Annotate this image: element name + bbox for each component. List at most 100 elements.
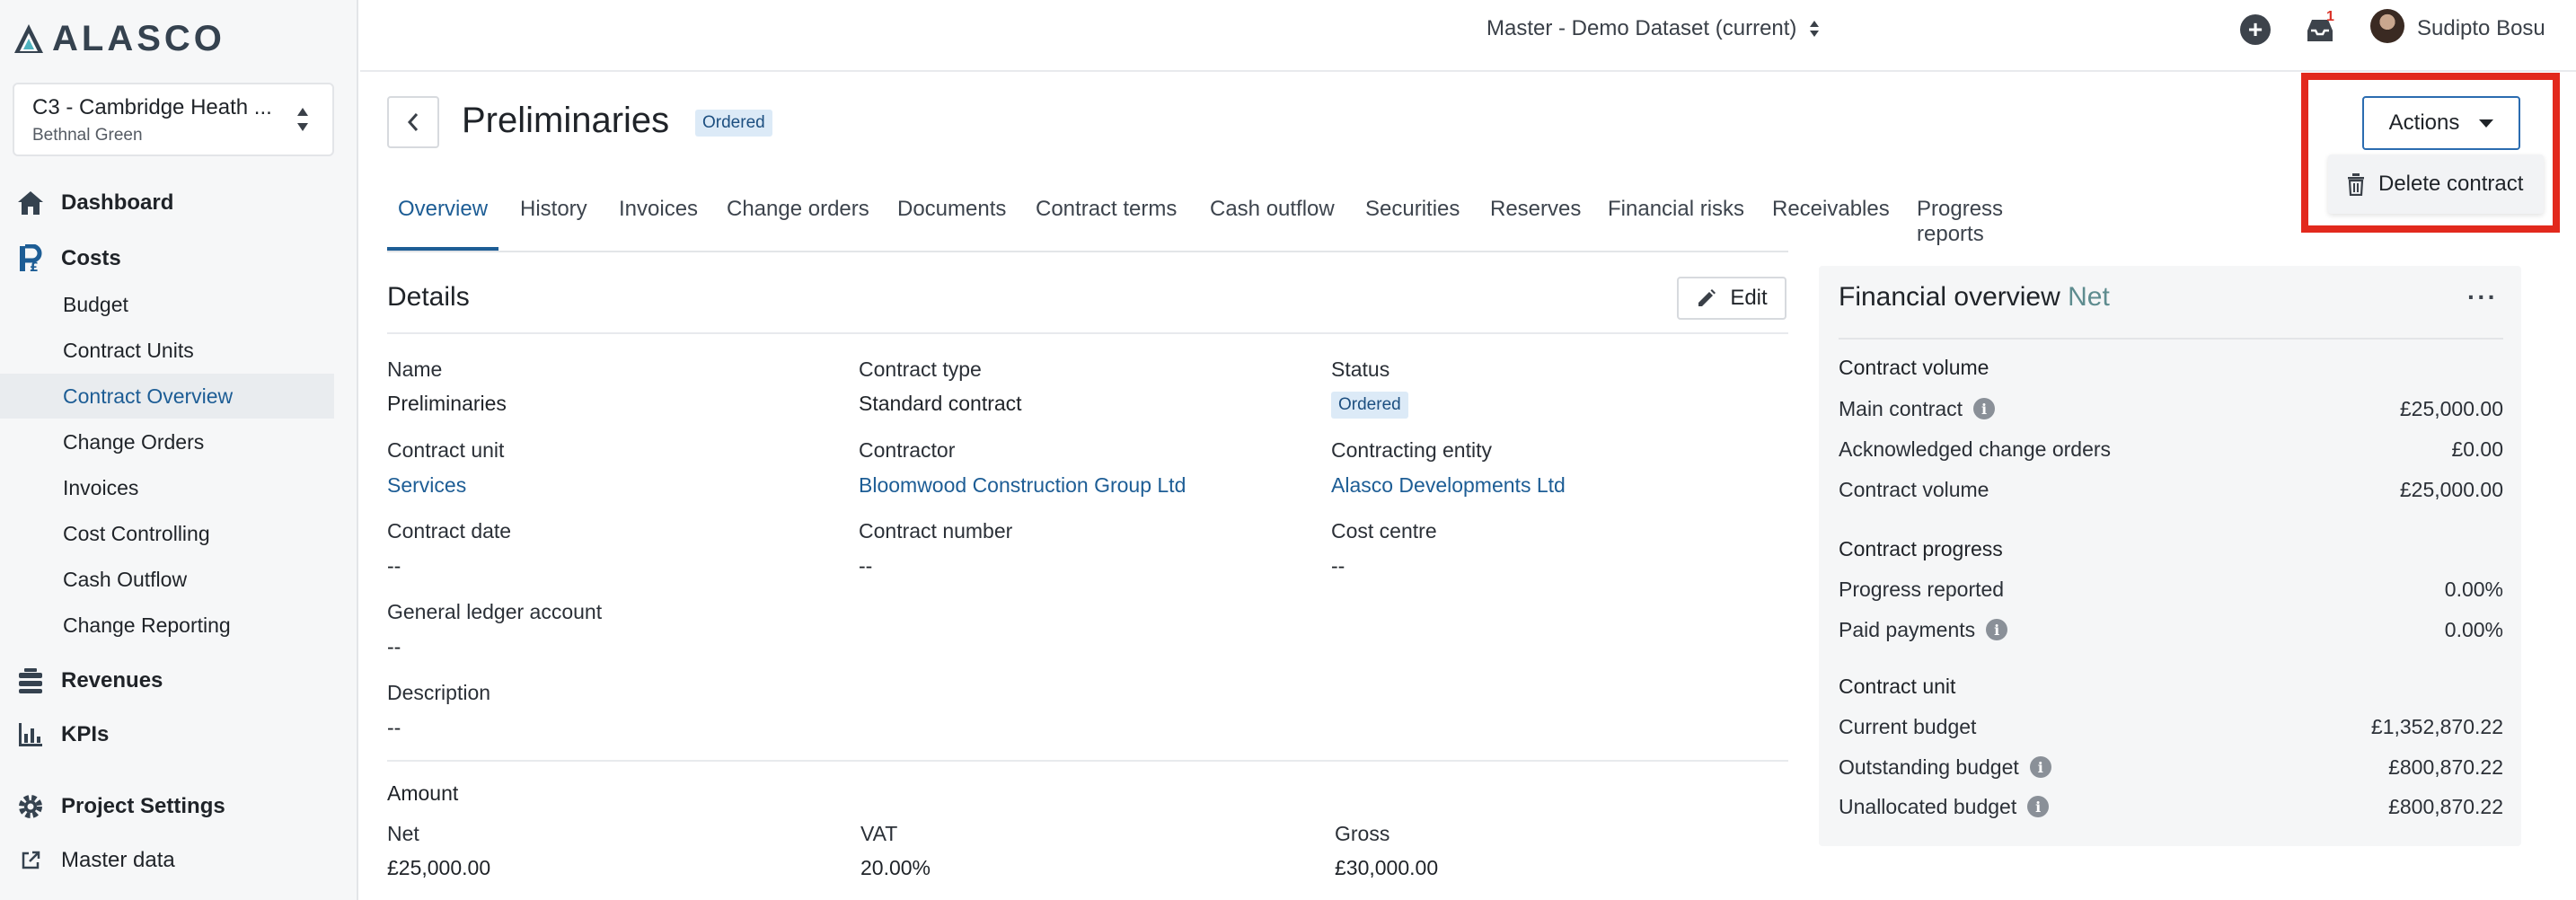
nav-kpis[interactable]: KPIs xyxy=(14,711,336,758)
page-title: Preliminaries xyxy=(462,101,670,140)
revenues-icon xyxy=(14,665,47,697)
divider xyxy=(1839,338,2503,340)
nav-project-settings[interactable]: Project Settings xyxy=(14,783,336,830)
acknowledged-change-orders-label: Acknowledged change orders xyxy=(1839,437,2112,461)
nav-contract-overview[interactable]: Contract Overview xyxy=(0,374,334,419)
contract-unit-link[interactable]: Services xyxy=(387,473,466,498)
info-icon[interactable]: i xyxy=(2027,796,2050,817)
unallocated-budget-label: Unallocated budget xyxy=(1839,794,2017,818)
tab-receivables[interactable]: Receivables xyxy=(1772,197,1890,251)
nav-cost-controlling[interactable]: Cost Controlling xyxy=(0,511,334,556)
inbox-count-badge: 1 xyxy=(2326,9,2334,24)
info-icon[interactable]: i xyxy=(1973,398,1996,419)
add-icon[interactable]: + xyxy=(2240,14,2271,45)
main-contract-value: £25,000.00 xyxy=(2399,396,2503,420)
financial-overview-panel: Financial overview Net ··· Contract volu… xyxy=(1819,266,2521,846)
divider xyxy=(387,760,1788,762)
delete-contract-menu-item[interactable]: Delete contract xyxy=(2328,154,2544,214)
contract-date-label: Contract date xyxy=(387,519,512,543)
gross-value: £30,000.00 xyxy=(1335,856,1439,879)
current-budget-label: Current budget xyxy=(1839,714,1977,738)
edit-button[interactable]: Edit xyxy=(1677,277,1786,320)
alasco-logo[interactable]: ALASCO xyxy=(13,18,225,59)
financial-overview-title: Financial overview Net xyxy=(1839,282,2110,313)
more-options-icon[interactable]: ··· xyxy=(2467,285,2498,310)
paid-payments-label: Paid payments xyxy=(1839,617,1976,641)
contractor-link[interactable]: Bloomwood Construction Group Ltd xyxy=(859,473,1186,498)
outstanding-budget-row: Outstanding budget i £800,870.22 xyxy=(1839,752,2503,782)
delete-contract-label: Delete contract xyxy=(2378,172,2524,196)
status-badge: Ordered xyxy=(695,110,772,137)
actions-button[interactable]: Actions xyxy=(2362,96,2520,150)
gear-icon xyxy=(14,790,47,823)
contract-unit-section-title: Contract unit xyxy=(1839,675,1956,698)
financial-overview-title-text: Financial overview xyxy=(1839,282,2060,312)
nav-costs[interactable]: £ Costs xyxy=(14,235,336,282)
nav-master-data[interactable]: Master data xyxy=(14,837,336,884)
nav-cash-outflow[interactable]: Cash Outflow xyxy=(0,557,334,602)
info-icon[interactable]: i xyxy=(1986,619,2008,640)
contracting-entity-link[interactable]: Alasco Developments Ltd xyxy=(1331,473,1566,498)
nav-change-orders[interactable]: Change Orders xyxy=(0,419,334,464)
nav-budget[interactable]: Budget xyxy=(0,282,334,327)
svg-text:£: £ xyxy=(30,260,39,273)
nav-invoices[interactable]: Invoices xyxy=(0,465,334,510)
logo-text: ALASCO xyxy=(52,18,225,58)
nav-dashboard[interactable]: Dashboard xyxy=(14,180,336,226)
details-title: Details xyxy=(387,282,470,312)
contract-date-value: -- xyxy=(387,554,401,578)
nav-contract-units[interactable]: Contract Units xyxy=(0,328,334,373)
project-name: C3 - Cambridge Heath ... xyxy=(32,95,272,119)
name-value: Preliminaries xyxy=(387,392,507,415)
gl-account-value: -- xyxy=(387,635,401,658)
project-selector[interactable]: C3 - Cambridge Heath ... Bethnal Green xyxy=(13,83,334,156)
chevron-up-down-icon xyxy=(297,108,308,131)
user-name[interactable]: Sudipto Bosu xyxy=(2417,16,2545,41)
tab-history[interactable]: History xyxy=(520,197,587,251)
progress-reported-value: 0.00% xyxy=(2444,577,2503,601)
actions-label: Actions xyxy=(2388,110,2460,135)
contract-volume-section-title: Contract volume xyxy=(1839,356,1989,379)
contract-progress-section-title: Contract progress xyxy=(1839,537,2003,560)
project-location: Bethnal Green xyxy=(32,126,143,145)
contract-type-value: Standard contract xyxy=(859,392,1022,415)
status-value-badge: Ordered xyxy=(1331,392,1408,419)
net-label: Net xyxy=(387,822,419,845)
info-icon[interactable]: i xyxy=(2029,756,2051,778)
progress-reported-label: Progress reported xyxy=(1839,577,2005,601)
current-budget-value: £1,352,870.22 xyxy=(2370,714,2503,738)
current-budget-row: Current budget £1,352,870.22 xyxy=(1839,711,2503,742)
paid-payments-row: Paid payments i 0.00% xyxy=(1839,614,2503,645)
tab-securities[interactable]: Securities xyxy=(1365,197,1460,251)
back-button[interactable] xyxy=(387,96,439,148)
cost-centre-value: -- xyxy=(1331,554,1345,578)
contract-volume-value: £25,000.00 xyxy=(2399,477,2503,501)
nav-change-reporting[interactable]: Change Reporting xyxy=(0,603,334,648)
gl-account-label: General ledger account xyxy=(387,600,603,623)
tab-documents[interactable]: Documents xyxy=(897,197,1006,251)
vat-label: VAT xyxy=(860,822,898,845)
contract-number-value: -- xyxy=(859,554,873,578)
avatar[interactable] xyxy=(2370,9,2404,43)
tab-reserves[interactable]: Reserves xyxy=(1490,197,1581,251)
trash-icon xyxy=(2348,173,2364,196)
chevron-left-icon xyxy=(407,113,419,131)
nav-revenues[interactable]: Revenues xyxy=(14,657,336,704)
tab-change-orders[interactable]: Change orders xyxy=(727,197,869,251)
tab-invoices[interactable]: Invoices xyxy=(619,197,698,251)
main-contract-row: Main contract i £25,000.00 xyxy=(1839,393,2503,424)
contract-volume-label: Contract volume xyxy=(1839,477,1989,501)
tab-overview[interactable]: Overview xyxy=(387,197,499,251)
unallocated-budget-row: Unallocated budget i £800,870.22 xyxy=(1839,791,2503,822)
unallocated-budget-value: £800,870.22 xyxy=(2388,794,2503,818)
tab-financial-risks[interactable]: Financial risks xyxy=(1608,197,1744,251)
tab-cash-outflow[interactable]: Cash outflow xyxy=(1210,197,1335,251)
contract-type-label: Contract type xyxy=(859,357,982,381)
tab-progress-reports[interactable]: Progress reports xyxy=(1917,197,2003,251)
outstanding-budget-value: £800,870.22 xyxy=(2388,754,2503,779)
tab-contract-terms[interactable]: Contract terms xyxy=(1036,197,1177,251)
net-value: £25,000.00 xyxy=(387,856,491,879)
dataset-selector[interactable]: Master - Demo Dataset (current) xyxy=(1486,16,1820,41)
nav-kpis-label: KPIs xyxy=(61,722,110,746)
description-value: -- xyxy=(387,716,401,739)
